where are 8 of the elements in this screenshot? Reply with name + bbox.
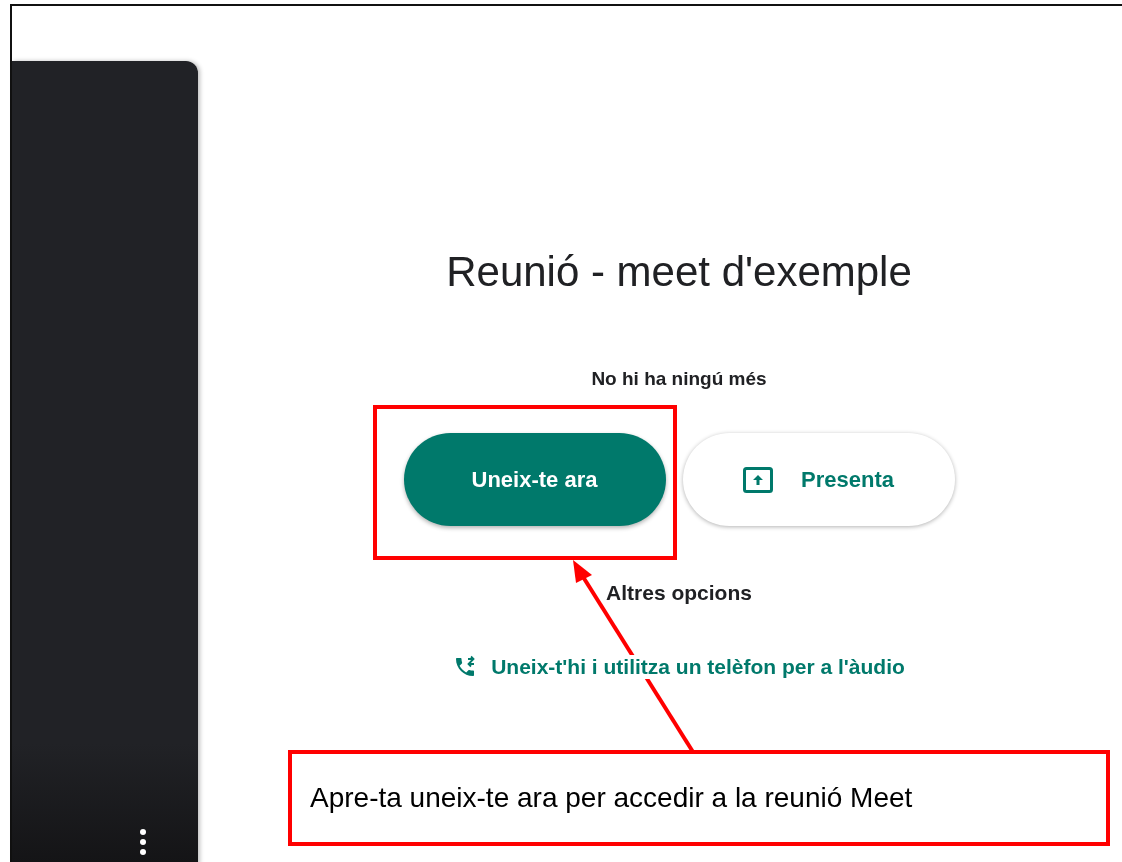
present-screen-icon — [743, 466, 773, 493]
participants-status: No hi ha ningú més — [591, 368, 767, 390]
meeting-title: Reunió - meet d'exemple — [446, 248, 912, 296]
callout-text: Apre-ta uneix-te ara per accedir a la reunió Meet — [310, 782, 913, 814]
join-now-button[interactable]: Uneix-te ara — [403, 433, 666, 526]
more-options-icon[interactable] — [139, 828, 147, 856]
present-button[interactable]: Presenta — [682, 433, 955, 526]
phone-audio-link[interactable]: Uneix-t'hi i utilitza un telèfon per a l'àudio — [453, 655, 905, 679]
